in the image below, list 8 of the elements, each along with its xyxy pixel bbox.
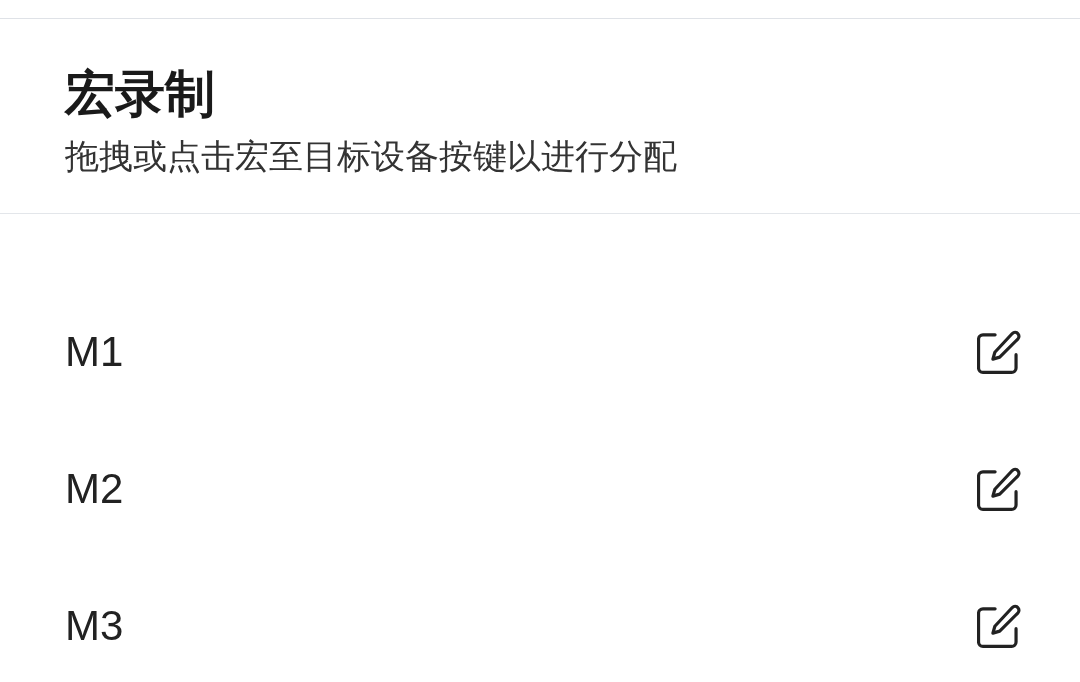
edit-icon[interactable] <box>977 329 1022 375</box>
macro-name[interactable]: M1 <box>65 328 124 376</box>
macro-name[interactable]: M3 <box>65 602 124 650</box>
panel-title: 宏录制 <box>65 65 216 123</box>
edit-icon[interactable] <box>977 466 1022 512</box>
panel-subtitle: 拖拽或点击宏至目标设备按键以进行分配 <box>65 136 678 176</box>
macro-name[interactable]: M2 <box>65 465 124 513</box>
edit-icon[interactable] <box>977 603 1022 649</box>
